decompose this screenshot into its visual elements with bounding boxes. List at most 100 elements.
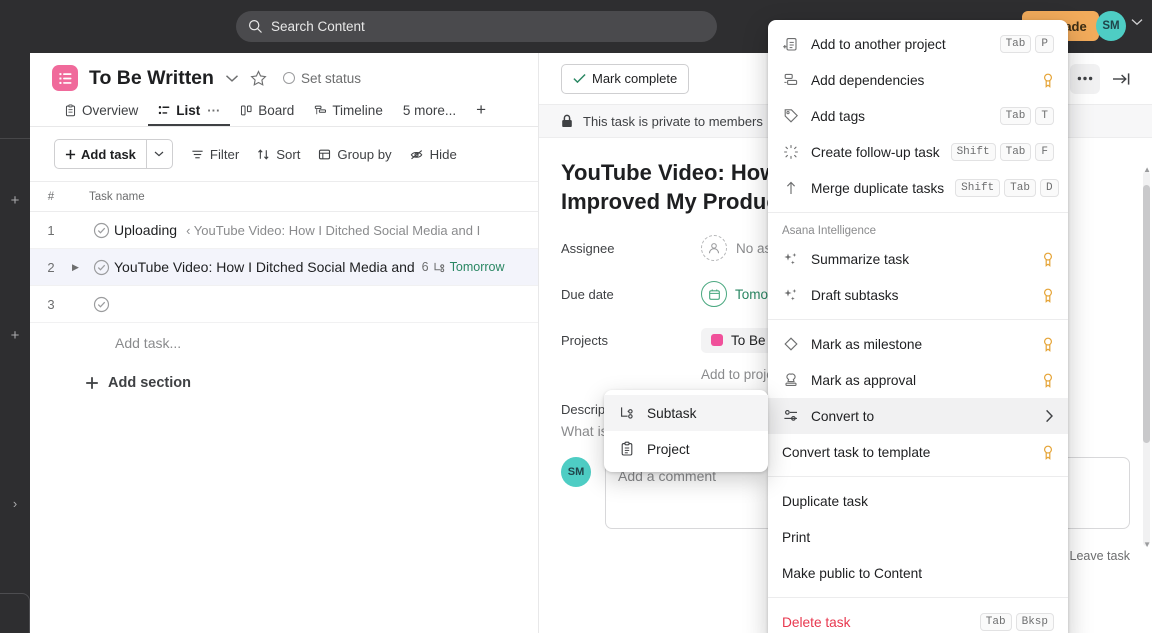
complete-task-icon[interactable] (88, 259, 114, 276)
menu-divider (768, 319, 1068, 320)
menu-item-mark-as-milestone[interactable]: Mark as milestone (768, 326, 1068, 362)
check-icon (573, 73, 586, 84)
add-task-main[interactable]: Add task (55, 140, 146, 168)
leave-task-button[interactable]: Leave task (1070, 549, 1130, 563)
shortcut-keys: Tab P (999, 34, 1054, 54)
table-row[interactable]: 2 ▶ YouTube Video: How I Ditched Social … (30, 249, 538, 286)
mark-complete-button[interactable]: Mark complete (561, 63, 690, 94)
menu-item-delete-task[interactable]: Delete task Tab Bksp (768, 604, 1068, 633)
scroll-up-icon[interactable]: ▲ (1143, 165, 1151, 174)
project-view-tabs: Overview List ··· Board Timeline 5 more.… (30, 91, 538, 127)
menu-item-create-follow-up-task[interactable]: Create follow-up task Shift Tab F (768, 134, 1068, 170)
rail-add-icon-2[interactable]: + (0, 328, 30, 344)
eye-off-icon (410, 148, 424, 161)
set-status-button[interactable]: Set status (282, 71, 361, 86)
add-task-caret[interactable] (145, 140, 172, 168)
key: Tab (979, 612, 1012, 632)
sparkle-burst-icon (782, 144, 800, 160)
menu-item-add-dependencies[interactable]: Add dependencies (768, 62, 1068, 98)
tab-overview-label: Overview (82, 103, 139, 118)
add-view-icon[interactable]: + (466, 100, 494, 126)
submenu-item-subtask[interactable]: Subtask (604, 395, 768, 431)
collapsed-sidebar-rail: + + › (0, 53, 30, 633)
premium-crown-icon (1042, 337, 1054, 352)
detail-scrollbar-thumb[interactable] (1143, 185, 1150, 443)
hide-button[interactable]: Hide (410, 147, 457, 162)
tab-list[interactable]: List ··· (148, 103, 231, 126)
menu-item-mark-as-approval[interactable]: Mark as approval (768, 362, 1068, 398)
key: Shift (955, 178, 1001, 198)
subtask-icon (433, 261, 446, 274)
tab-board[interactable]: Board (230, 103, 304, 126)
group-by-button[interactable]: Group by (318, 147, 392, 162)
menu-item-label: Add to another project (811, 36, 946, 52)
menu-item-draft-subtasks[interactable]: Draft subtasks (768, 277, 1068, 313)
table-row[interactable]: 3 (30, 286, 538, 323)
detail-actions (1070, 63, 1136, 94)
key: Tab (999, 106, 1032, 126)
menu-item-add-to-another-project[interactable]: Add to another project Tab P (768, 26, 1068, 62)
menu-item-label: Print (782, 529, 811, 545)
menu-item-print[interactable]: Print (768, 519, 1068, 555)
menu-item-add-tags[interactable]: Add tags Tab T (768, 98, 1068, 134)
search-input[interactable]: Search Content (236, 11, 717, 42)
collapse-right-icon[interactable] (1106, 64, 1136, 94)
complete-task-icon[interactable] (88, 222, 114, 239)
due-date-label: Due date (561, 286, 614, 302)
detail-scrollbar[interactable] (1143, 171, 1150, 546)
group-by-icon (318, 148, 331, 161)
chevron-down-icon[interactable] (1131, 18, 1143, 26)
inline-add-task[interactable]: Add task... (30, 323, 538, 363)
menu-item-duplicate-task[interactable]: Duplicate task (768, 483, 1068, 519)
menu-item-label: Summarize task (811, 251, 910, 267)
complete-task-icon[interactable] (88, 296, 114, 313)
tab-timeline[interactable]: Timeline (304, 103, 393, 126)
add-section-button[interactable]: Add section (30, 363, 538, 391)
sort-icon (257, 148, 270, 161)
menu-item-label: Make public to Content (782, 565, 922, 581)
convert-to-submenu: Subtask Project (604, 390, 768, 472)
rail-bottom-box (0, 593, 30, 633)
project-list-pane: To Be Written Set status Overview List ·… (30, 53, 538, 633)
menu-item-label: Duplicate task (782, 493, 868, 509)
column-header-num: # (47, 190, 55, 203)
filter-icon (191, 148, 204, 161)
task-name[interactable]: Uploading (114, 222, 177, 238)
menu-item-convert-to[interactable]: Convert to (768, 398, 1068, 434)
filter-label: Filter (209, 146, 240, 162)
table-row[interactable]: 1 Uploading ‹ YouTube Video: How I Ditch… (30, 212, 538, 249)
menu-item-merge-duplicate-tasks[interactable]: Merge duplicate tasks Shift Tab D (768, 170, 1068, 206)
star-icon[interactable] (250, 69, 267, 87)
key: F (1035, 142, 1055, 162)
add-task-button[interactable]: Add task (54, 139, 173, 169)
scroll-down-icon[interactable]: ▼ (1143, 540, 1151, 549)
due-date-badge[interactable]: Tomorrow (450, 260, 505, 274)
chevron-down-icon[interactable] (225, 74, 239, 83)
ellipsis-icon[interactable] (1070, 63, 1100, 94)
submenu-item-project[interactable]: Project (604, 431, 768, 467)
row-number: 1 (47, 222, 55, 238)
menu-item-make-public-to-content[interactable]: Make public to Content (768, 555, 1068, 591)
sort-button[interactable]: Sort (257, 147, 300, 162)
task-name[interactable]: YouTube Video: How I Ditched Social Medi… (114, 259, 415, 275)
expand-sidebar-icon[interactable]: › (0, 496, 30, 512)
dependencies-icon (782, 72, 800, 88)
lock-icon (561, 114, 573, 128)
avatar[interactable]: SM (1096, 11, 1126, 41)
tab-more[interactable]: 5 more... (393, 103, 466, 126)
menu-item-convert-task-to-template[interactable]: Convert task to template (768, 434, 1068, 470)
search-placeholder-text: Search Content (271, 19, 365, 34)
rail-add-icon-1[interactable]: + (0, 193, 30, 209)
menu-item-label: Draft subtasks (811, 287, 899, 303)
tab-overview[interactable]: Overview (54, 103, 148, 126)
menu-item-label: Create follow-up task (811, 144, 940, 160)
menu-item-summarize-task[interactable]: Summarize task (768, 241, 1068, 277)
tab-list-more-icon[interactable]: ··· (207, 103, 220, 118)
calendar-icon (701, 281, 727, 308)
filter-button[interactable]: Filter (191, 147, 239, 162)
menu-divider (768, 212, 1068, 213)
submenu-item-label: Project (647, 441, 690, 457)
tab-list-label: List (176, 103, 201, 118)
premium-crown-icon (1042, 73, 1054, 88)
row-expand-icon[interactable]: ▶ (72, 262, 88, 273)
